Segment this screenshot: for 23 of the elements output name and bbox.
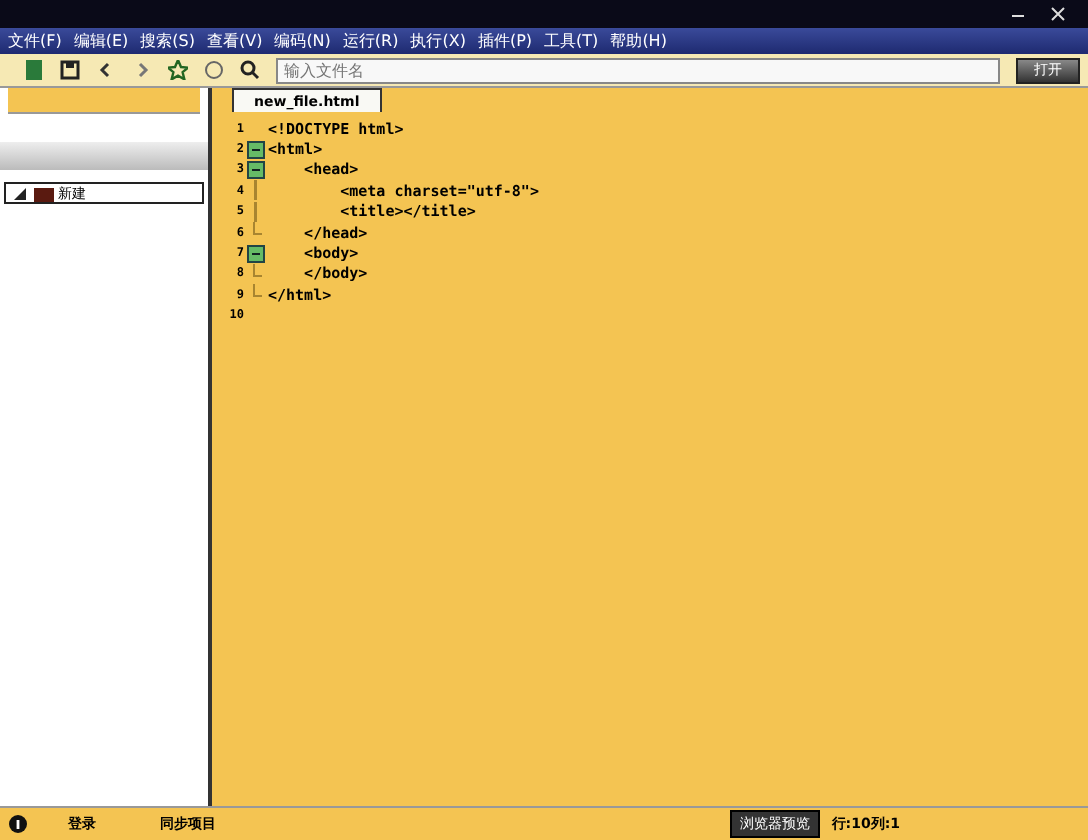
menu-item[interactable]: 工具(T) [544,30,599,52]
file-icon[interactable] [24,60,44,80]
save-icon[interactable] [60,60,80,80]
filename-field[interactable]: 输入文件名 [276,57,1000,83]
star-icon[interactable] [168,60,188,80]
search-icon[interactable] [240,60,260,80]
collapse-icon[interactable] [246,139,266,160]
menu-item[interactable]: 插件(P) [477,30,533,52]
menu-item[interactable]: 运行(R) [342,30,399,52]
info-icon [8,814,28,834]
folder-icon [34,183,54,203]
collapse-icon[interactable] [246,159,266,180]
collapse-icon[interactable] [246,243,266,264]
menu-item[interactable]: 帮助(H) [610,30,667,52]
menu-item[interactable]: 搜索(S) [140,30,195,52]
expand-icon[interactable] [10,183,30,203]
menu-item[interactable]: 文件(F) [8,30,62,52]
menu-item[interactable]: 编码(N) [274,30,331,52]
close-icon[interactable] [1048,4,1068,24]
menu-item[interactable]: 编辑(E) [73,30,129,52]
menu-item[interactable]: 查看(V) [206,30,263,52]
sidebar-field[interactable] [8,88,200,114]
menu-item[interactable]: 执行(X) [410,30,466,52]
